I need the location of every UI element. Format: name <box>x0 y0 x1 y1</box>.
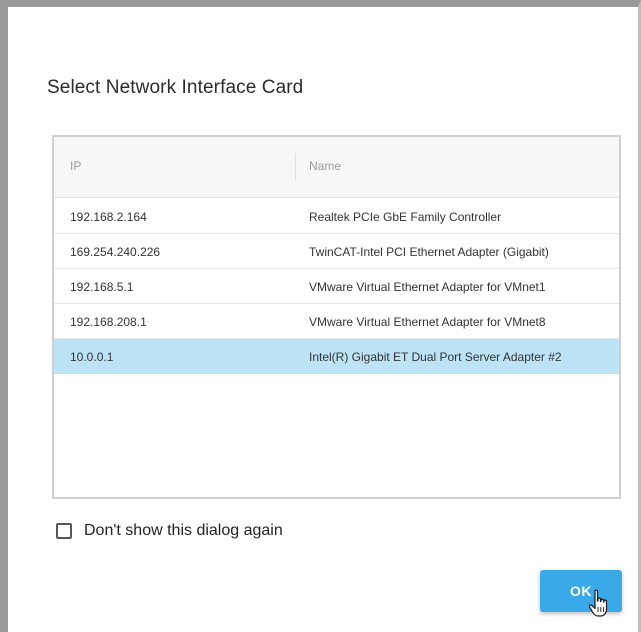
dont-show-option[interactable]: Don't show this dialog again <box>56 519 283 543</box>
cell-name: TwinCAT-Intel PCI Ethernet Adapter (Giga… <box>309 245 549 259</box>
cell-name: VMware Virtual Ethernet Adapter for VMne… <box>309 315 546 329</box>
table-body: 192.168.2.164 Realtek PCIe GbE Family Co… <box>54 199 619 374</box>
dont-show-label[interactable]: Don't show this dialog again <box>84 522 283 540</box>
table-header: IP Name <box>54 137 619 198</box>
column-divider[interactable] <box>295 153 296 181</box>
cell-ip: 10.0.0.1 <box>70 350 114 364</box>
table-row[interactable]: 192.168.2.164 Realtek PCIe GbE Family Co… <box>54 199 619 234</box>
cell-ip: 192.168.5.1 <box>70 280 134 294</box>
column-header-ip[interactable]: IP <box>70 159 81 173</box>
cell-name: VMware Virtual Ethernet Adapter for VMne… <box>309 280 546 294</box>
column-header-name[interactable]: Name <box>309 159 341 173</box>
cell-ip: 192.168.2.164 <box>70 210 147 224</box>
cell-name: Intel(R) Gigabit ET Dual Port Server Ada… <box>309 350 562 364</box>
table-row-selected[interactable]: 10.0.0.1 Intel(R) Gigabit ET Dual Port S… <box>54 339 619 374</box>
dialog-title: Select Network Interface Card <box>47 77 304 98</box>
cell-ip: 169.254.240.226 <box>70 245 161 259</box>
dont-show-checkbox[interactable] <box>56 523 72 539</box>
table-row[interactable]: 169.254.240.226 TwinCAT-Intel PCI Ethern… <box>54 234 619 269</box>
hand-pointer-icon <box>588 589 608 617</box>
select-nic-dialog: Select Network Interface Card IP Name 19… <box>0 0 641 632</box>
cell-name: Realtek PCIe GbE Family Controller <box>309 210 502 224</box>
table-row[interactable]: 192.168.208.1 VMware Virtual Ethernet Ad… <box>54 304 619 339</box>
table-row[interactable]: 192.168.5.1 VMware Virtual Ethernet Adap… <box>54 269 619 304</box>
nic-table: IP Name 192.168.2.164 Realtek PCIe GbE F… <box>52 135 621 499</box>
cell-ip: 192.168.208.1 <box>70 315 147 329</box>
